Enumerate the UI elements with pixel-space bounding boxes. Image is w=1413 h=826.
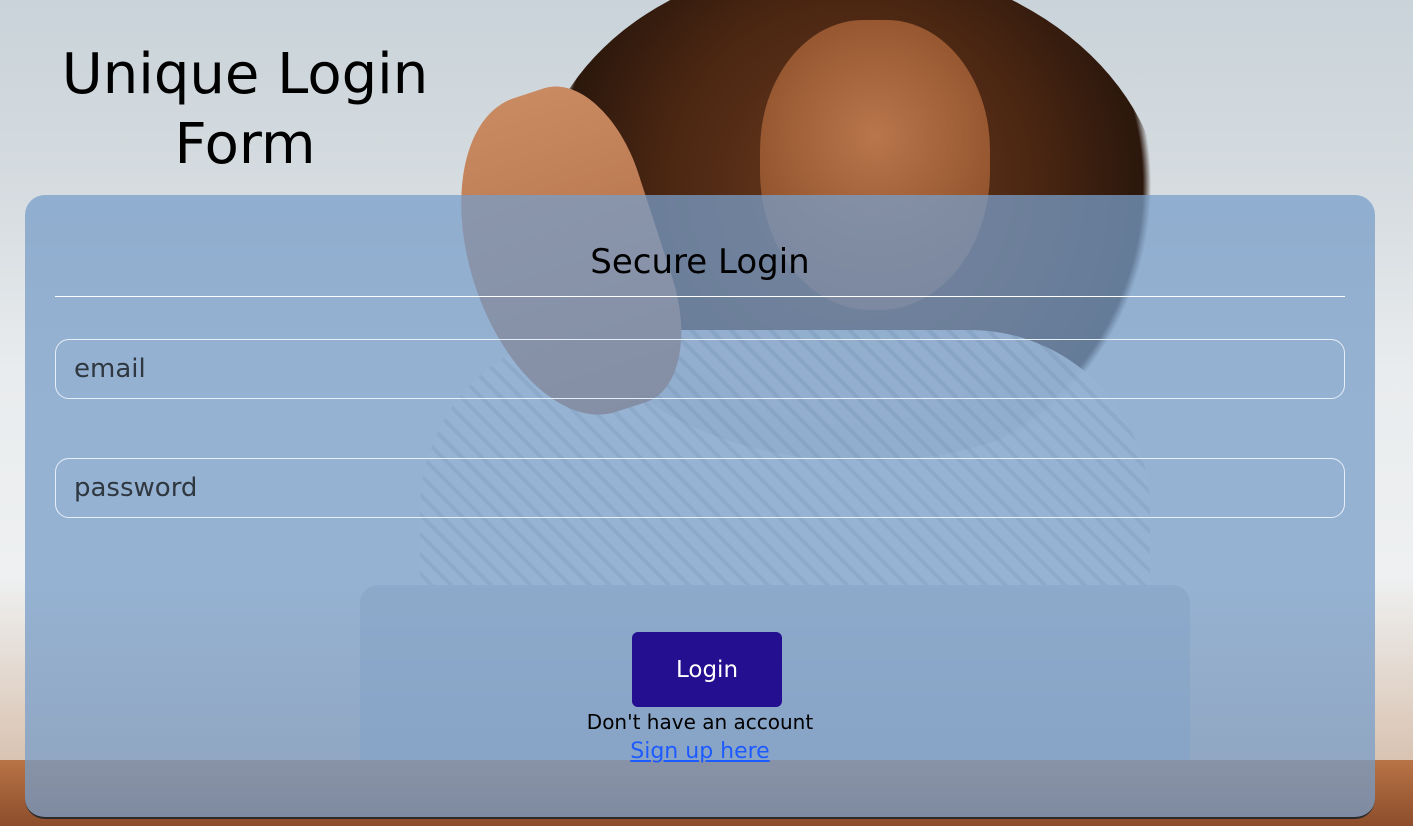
email-field[interactable] [55, 339, 1345, 399]
signup-link-container: Sign up here [55, 737, 1345, 767]
login-button[interactable]: Login [632, 632, 782, 707]
signup-prompt: Don't have an account [586, 710, 814, 734]
login-card: Secure Login Login Don't have an account… [25, 195, 1375, 819]
password-field[interactable] [55, 458, 1345, 518]
login-heading: Secure Login [590, 242, 810, 282]
signup-link[interactable]: Sign up here [630, 739, 769, 764]
page-title: Unique Login Form [61, 42, 429, 177]
heading-divider [55, 296, 1345, 297]
